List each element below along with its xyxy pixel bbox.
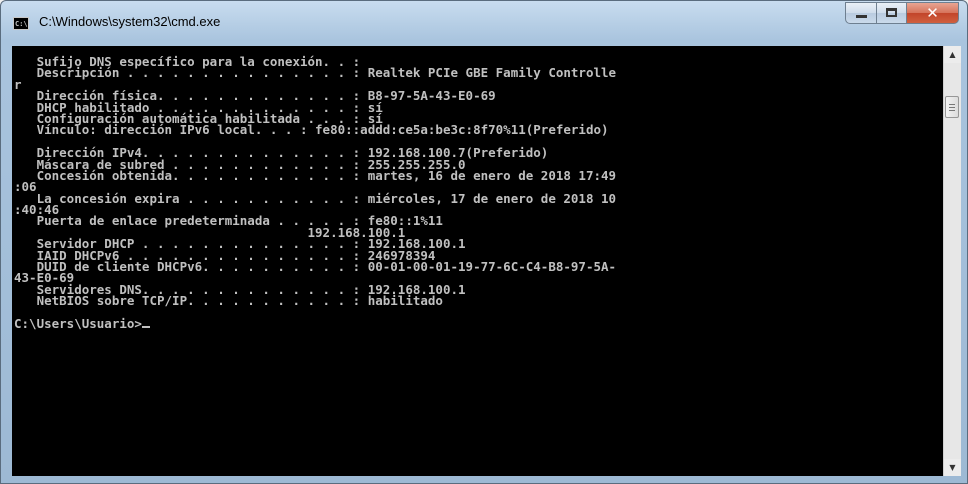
maximize-icon <box>886 8 897 17</box>
command-prompt[interactable]: C:\Users\Usuario> <box>14 315 616 331</box>
console-line: La concesión expira . . . . . . . . . . … <box>14 190 617 206</box>
grip-line <box>949 107 955 108</box>
text-cursor <box>141 326 150 329</box>
maximize-button[interactable] <box>877 2 907 24</box>
grip-line <box>949 104 955 105</box>
prompt-text: C:\Users\Usuario> <box>14 315 142 331</box>
scroll-down-arrow-icon[interactable]: ▼ <box>944 459 961 476</box>
console-line: NetBIOS sobre TCP/IP. . . . . . . . . . … <box>14 293 443 309</box>
console-line: Descripción . . . . . . . . . . . . . . … <box>14 65 617 81</box>
cmd-icon[interactable]: C:\ <box>13 17 29 30</box>
minimize-icon <box>856 15 867 18</box>
console-output[interactable]: Sufijo DNS específico para la conexión. … <box>12 46 943 476</box>
title-bar[interactable]: C:\ C:\Windows\system32\cmd.exe ✕ <box>1 1 967 45</box>
console-line: Vínculo: dirección IPv6 local. . . : fe8… <box>14 122 609 138</box>
console-line: Concesión obtenida. . . . . . . . . . . … <box>14 167 617 183</box>
vertical-scrollbar[interactable]: ▲ ▼ <box>943 46 961 476</box>
close-button[interactable]: ✕ <box>907 2 959 24</box>
console-line: DUID de cliente DHCPv6. . . . . . . . . … <box>14 259 617 275</box>
cmd-window: C:\ C:\Windows\system32\cmd.exe ✕ Sufijo… <box>0 0 968 484</box>
window-title: C:\Windows\system32\cmd.exe <box>39 14 221 29</box>
minimize-button[interactable] <box>845 2 877 24</box>
close-icon: ✕ <box>926 4 939 22</box>
caption-buttons: ✕ <box>845 2 959 26</box>
scroll-thumb[interactable] <box>945 96 959 118</box>
scroll-up-arrow-icon[interactable]: ▲ <box>944 46 961 63</box>
console-text: Sufijo DNS específico para la conexión. … <box>14 55 617 331</box>
grip-line <box>949 110 955 111</box>
